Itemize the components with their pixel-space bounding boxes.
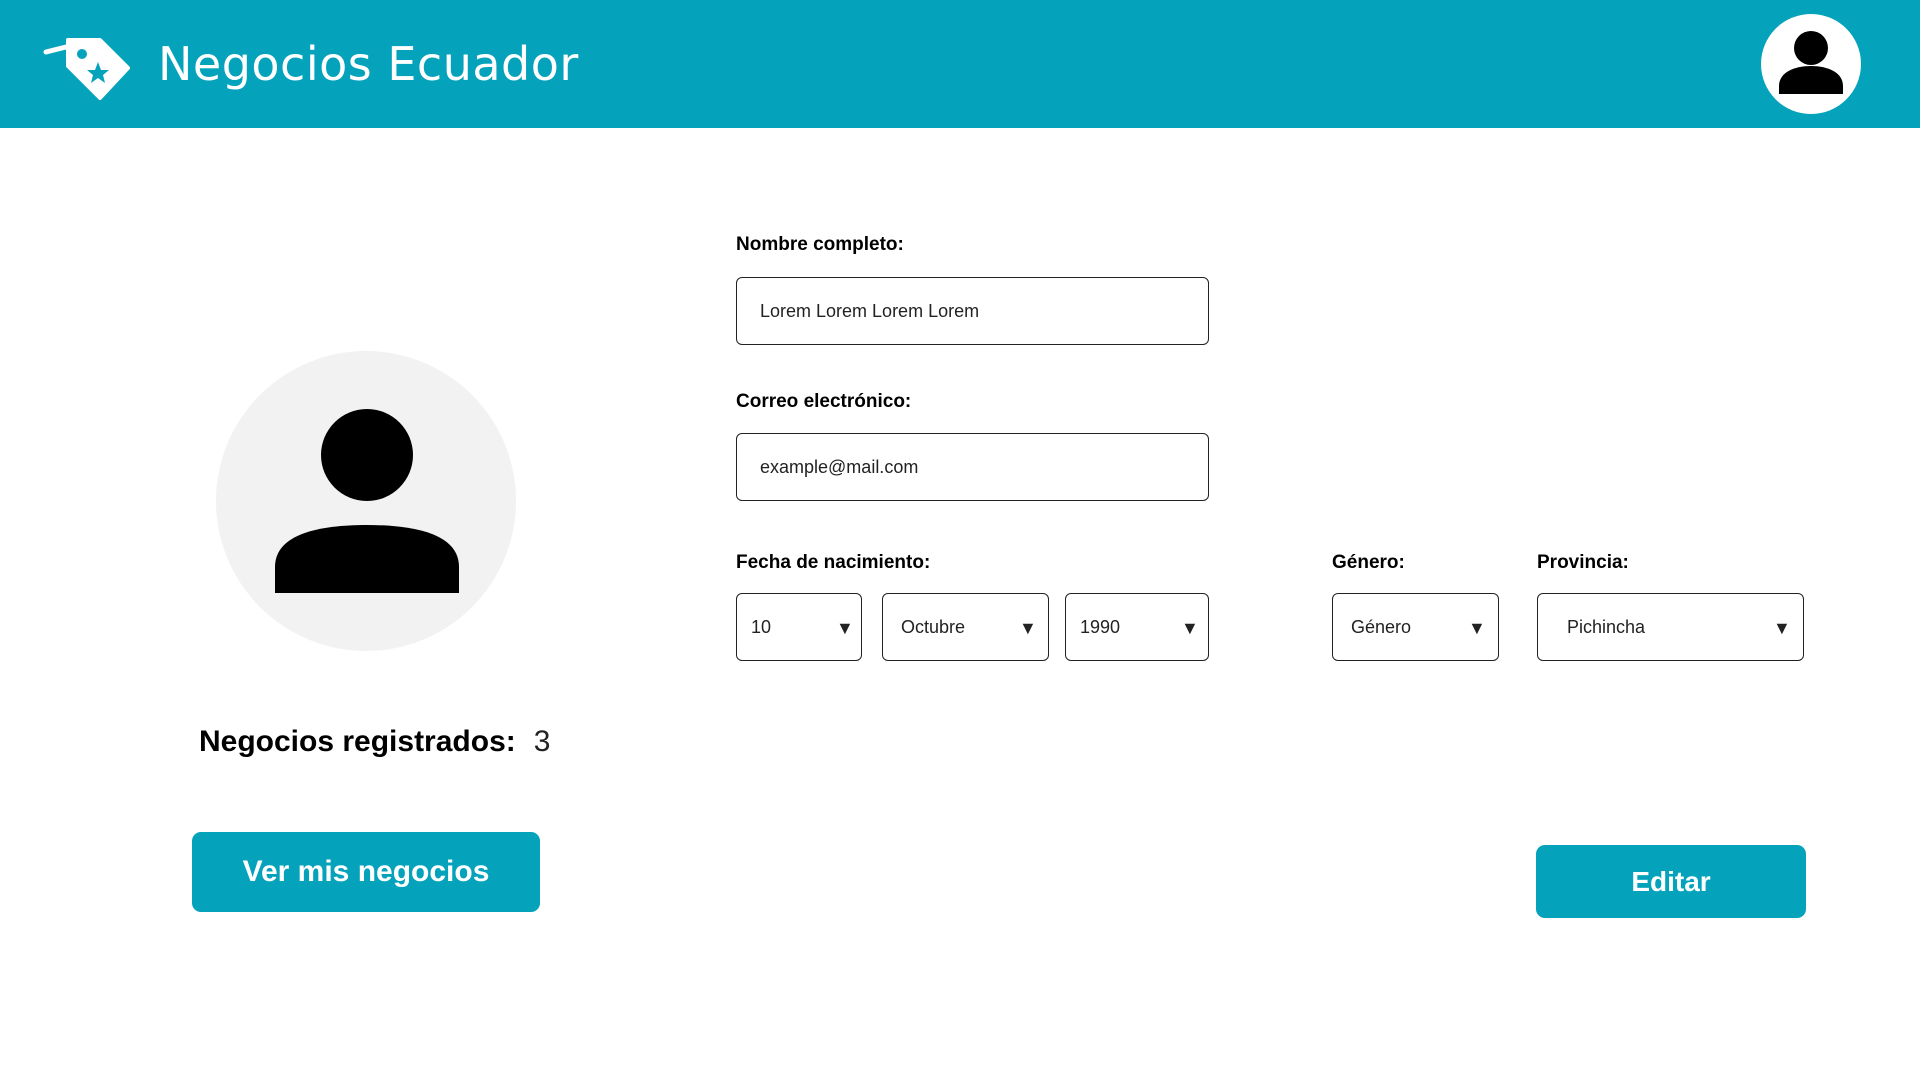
chevron-down-icon: ▼ xyxy=(1181,618,1199,638)
chevron-down-icon: ▼ xyxy=(1468,618,1486,638)
chevron-down-icon: ▼ xyxy=(1773,618,1791,638)
gender-value: Género xyxy=(1351,617,1412,637)
email-label: Correo electrónico: xyxy=(736,391,912,412)
app-title: Negocios Ecuador xyxy=(158,37,579,91)
birth-month-value: Octubre xyxy=(901,617,966,637)
top-bar: Negocios Ecuador xyxy=(0,0,1920,128)
birth-day-value: 10 xyxy=(751,617,772,637)
user-icon xyxy=(1779,31,1843,94)
birth-date-label: Fecha de nacimiento: xyxy=(736,552,931,573)
user-avatar-button[interactable] xyxy=(1761,14,1861,114)
full-name-input[interactable] xyxy=(736,277,1209,345)
gender-label: Género: xyxy=(1332,552,1405,573)
birth-month-select[interactable]: Octubre ▼ xyxy=(882,593,1049,661)
registered-businesses-count: 3 xyxy=(533,725,551,758)
email-input[interactable] xyxy=(736,433,1209,501)
province-label: Provincia: xyxy=(1537,552,1629,573)
user-icon xyxy=(275,409,459,593)
birth-year-select[interactable]: 1990 ▼ xyxy=(1065,593,1209,661)
tag-star-icon[interactable] xyxy=(42,36,130,102)
registered-businesses: Negocios registrados: 3 xyxy=(199,722,550,762)
profile-photo[interactable] xyxy=(216,351,516,651)
province-select[interactable]: Pichincha ▼ xyxy=(1537,593,1804,661)
chevron-down-icon: ▼ xyxy=(1019,618,1037,638)
chevron-down-icon: ▼ xyxy=(836,618,854,638)
full-name-label: Nombre completo: xyxy=(736,234,904,255)
registered-businesses-label: Negocios registrados: xyxy=(199,725,516,758)
gender-select[interactable]: Género ▼ xyxy=(1332,593,1499,661)
birth-year-value: 1990 xyxy=(1080,617,1121,637)
view-my-businesses-button[interactable]: Ver mis negocios xyxy=(192,832,540,912)
edit-button[interactable]: Editar xyxy=(1536,845,1806,918)
birth-day-select[interactable]: 10 ▼ xyxy=(736,593,862,661)
province-value: Pichincha xyxy=(1567,617,1646,637)
